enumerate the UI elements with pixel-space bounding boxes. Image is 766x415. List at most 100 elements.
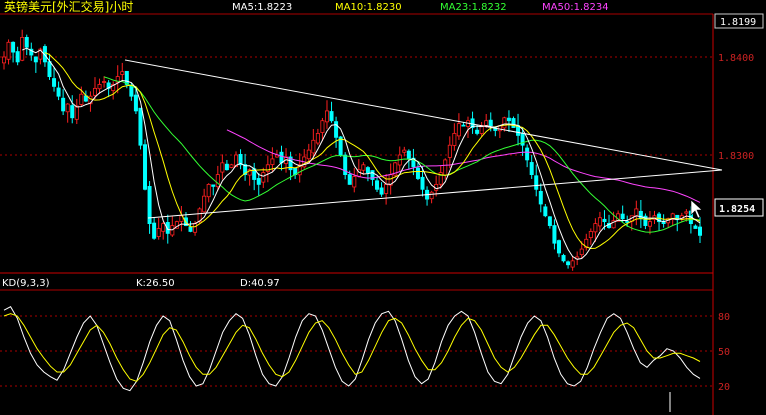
- candle-body: [211, 184, 216, 187]
- candle-body: [306, 149, 311, 160]
- candle-body: [202, 195, 207, 213]
- candle-body: [56, 87, 61, 97]
- candle-body: [420, 176, 425, 190]
- candle-body: [461, 124, 466, 127]
- candle-body: [597, 217, 602, 227]
- candle-body: [324, 110, 329, 123]
- candle-body: [525, 147, 530, 161]
- candle-body: [33, 56, 38, 63]
- ma10-label: MA10:1.8230: [335, 2, 402, 13]
- candle-body: [384, 183, 389, 194]
- candle-body: [193, 223, 198, 233]
- candle-body: [352, 176, 357, 188]
- candle-body: [443, 159, 448, 176]
- candle-body: [347, 174, 352, 185]
- candle-body: [638, 210, 643, 220]
- kd-tick-20: 20: [718, 382, 730, 393]
- candle-body: [229, 164, 234, 168]
- candle-body: [47, 61, 52, 78]
- candle-body: [634, 208, 639, 217]
- candle-body: [315, 133, 320, 144]
- candle-body: [320, 120, 325, 133]
- candle-body: [593, 223, 598, 233]
- ma5-label: MA5:1.8223: [232, 2, 292, 13]
- candle-body: [415, 167, 420, 179]
- candle-body: [188, 226, 193, 232]
- candle-body: [534, 175, 539, 190]
- kd-tick-80: 80: [718, 312, 730, 323]
- candle-body: [79, 93, 84, 105]
- candle-body: [502, 117, 507, 129]
- candle-body: [647, 221, 652, 227]
- price-tick-1.8300: 1.8300: [718, 151, 754, 162]
- candle-body: [547, 216, 552, 226]
- candle-body: [24, 37, 29, 48]
- candle-body: [20, 37, 25, 61]
- candle-body: [2, 56, 7, 64]
- candle-body: [693, 225, 698, 229]
- ma23-label: MA23:1.8232: [440, 2, 507, 13]
- kd-tick-50: 50: [718, 347, 730, 358]
- candle-body: [224, 163, 229, 171]
- candle-body: [570, 260, 575, 268]
- candle-body: [561, 255, 566, 262]
- candle-body: [206, 183, 211, 198]
- candle-body: [620, 213, 625, 220]
- candle-body: [52, 78, 57, 87]
- kd-d-value: D:40.97: [240, 278, 280, 289]
- candle-body: [375, 180, 380, 190]
- candle-body: [156, 228, 161, 237]
- candle-body: [625, 221, 630, 223]
- candle-body: [429, 191, 434, 200]
- candle-body: [488, 119, 493, 126]
- candle-body: [452, 133, 457, 146]
- candle-body: [698, 226, 703, 236]
- price-tick-1.8400: 1.8400: [718, 53, 754, 64]
- ma50-label: MA50:1.8234: [542, 2, 609, 13]
- candle-body: [484, 120, 489, 126]
- candle-body: [588, 231, 593, 239]
- kd-k-value: K:26.50: [136, 278, 175, 289]
- candle-body: [120, 71, 125, 75]
- chart-title: 英镑美元[外汇交易]小时: [4, 0, 133, 14]
- candle-body: [506, 117, 511, 122]
- candle-body: [602, 218, 607, 223]
- candle-body: [579, 248, 584, 256]
- candle-body: [65, 103, 70, 113]
- candle-body: [279, 151, 284, 164]
- candle-body: [475, 129, 480, 134]
- candle-body: [161, 223, 166, 232]
- candle-body: [61, 97, 66, 112]
- candle-body: [566, 261, 571, 266]
- candle-body: [552, 225, 557, 244]
- candle-body: [143, 144, 148, 190]
- candle-body: [361, 164, 366, 171]
- candle-body: [6, 41, 11, 60]
- candle-body: [124, 70, 129, 85]
- candle-body: [538, 190, 543, 205]
- candle-body: [447, 144, 452, 158]
- candle-body: [133, 94, 138, 112]
- current-price-label: 1.8254: [719, 204, 755, 215]
- candle-body: [70, 105, 75, 119]
- candle-body: [138, 107, 143, 146]
- candle-body: [261, 172, 266, 183]
- candle-body: [256, 178, 261, 185]
- candle-body: [74, 105, 79, 120]
- candle-body: [406, 150, 411, 160]
- candle-body: [334, 121, 339, 138]
- candle-body: [529, 162, 534, 176]
- candle-body: [556, 240, 561, 254]
- candle-body: [92, 87, 97, 96]
- candle-body: [456, 123, 461, 137]
- candle-body: [365, 167, 370, 174]
- chart-background: [0, 0, 766, 415]
- chart-stage: 英镑美元[外汇交易]小时 MA5:1.8223 MA10:1.8230 MA23…: [0, 0, 766, 415]
- candle-body: [102, 81, 107, 83]
- candle-body: [270, 158, 275, 165]
- candle-body: [15, 51, 20, 63]
- candle-body: [379, 187, 384, 195]
- candle-body: [11, 41, 16, 53]
- kd-title: KD(9,3,3): [2, 278, 50, 289]
- candle-body: [543, 206, 548, 217]
